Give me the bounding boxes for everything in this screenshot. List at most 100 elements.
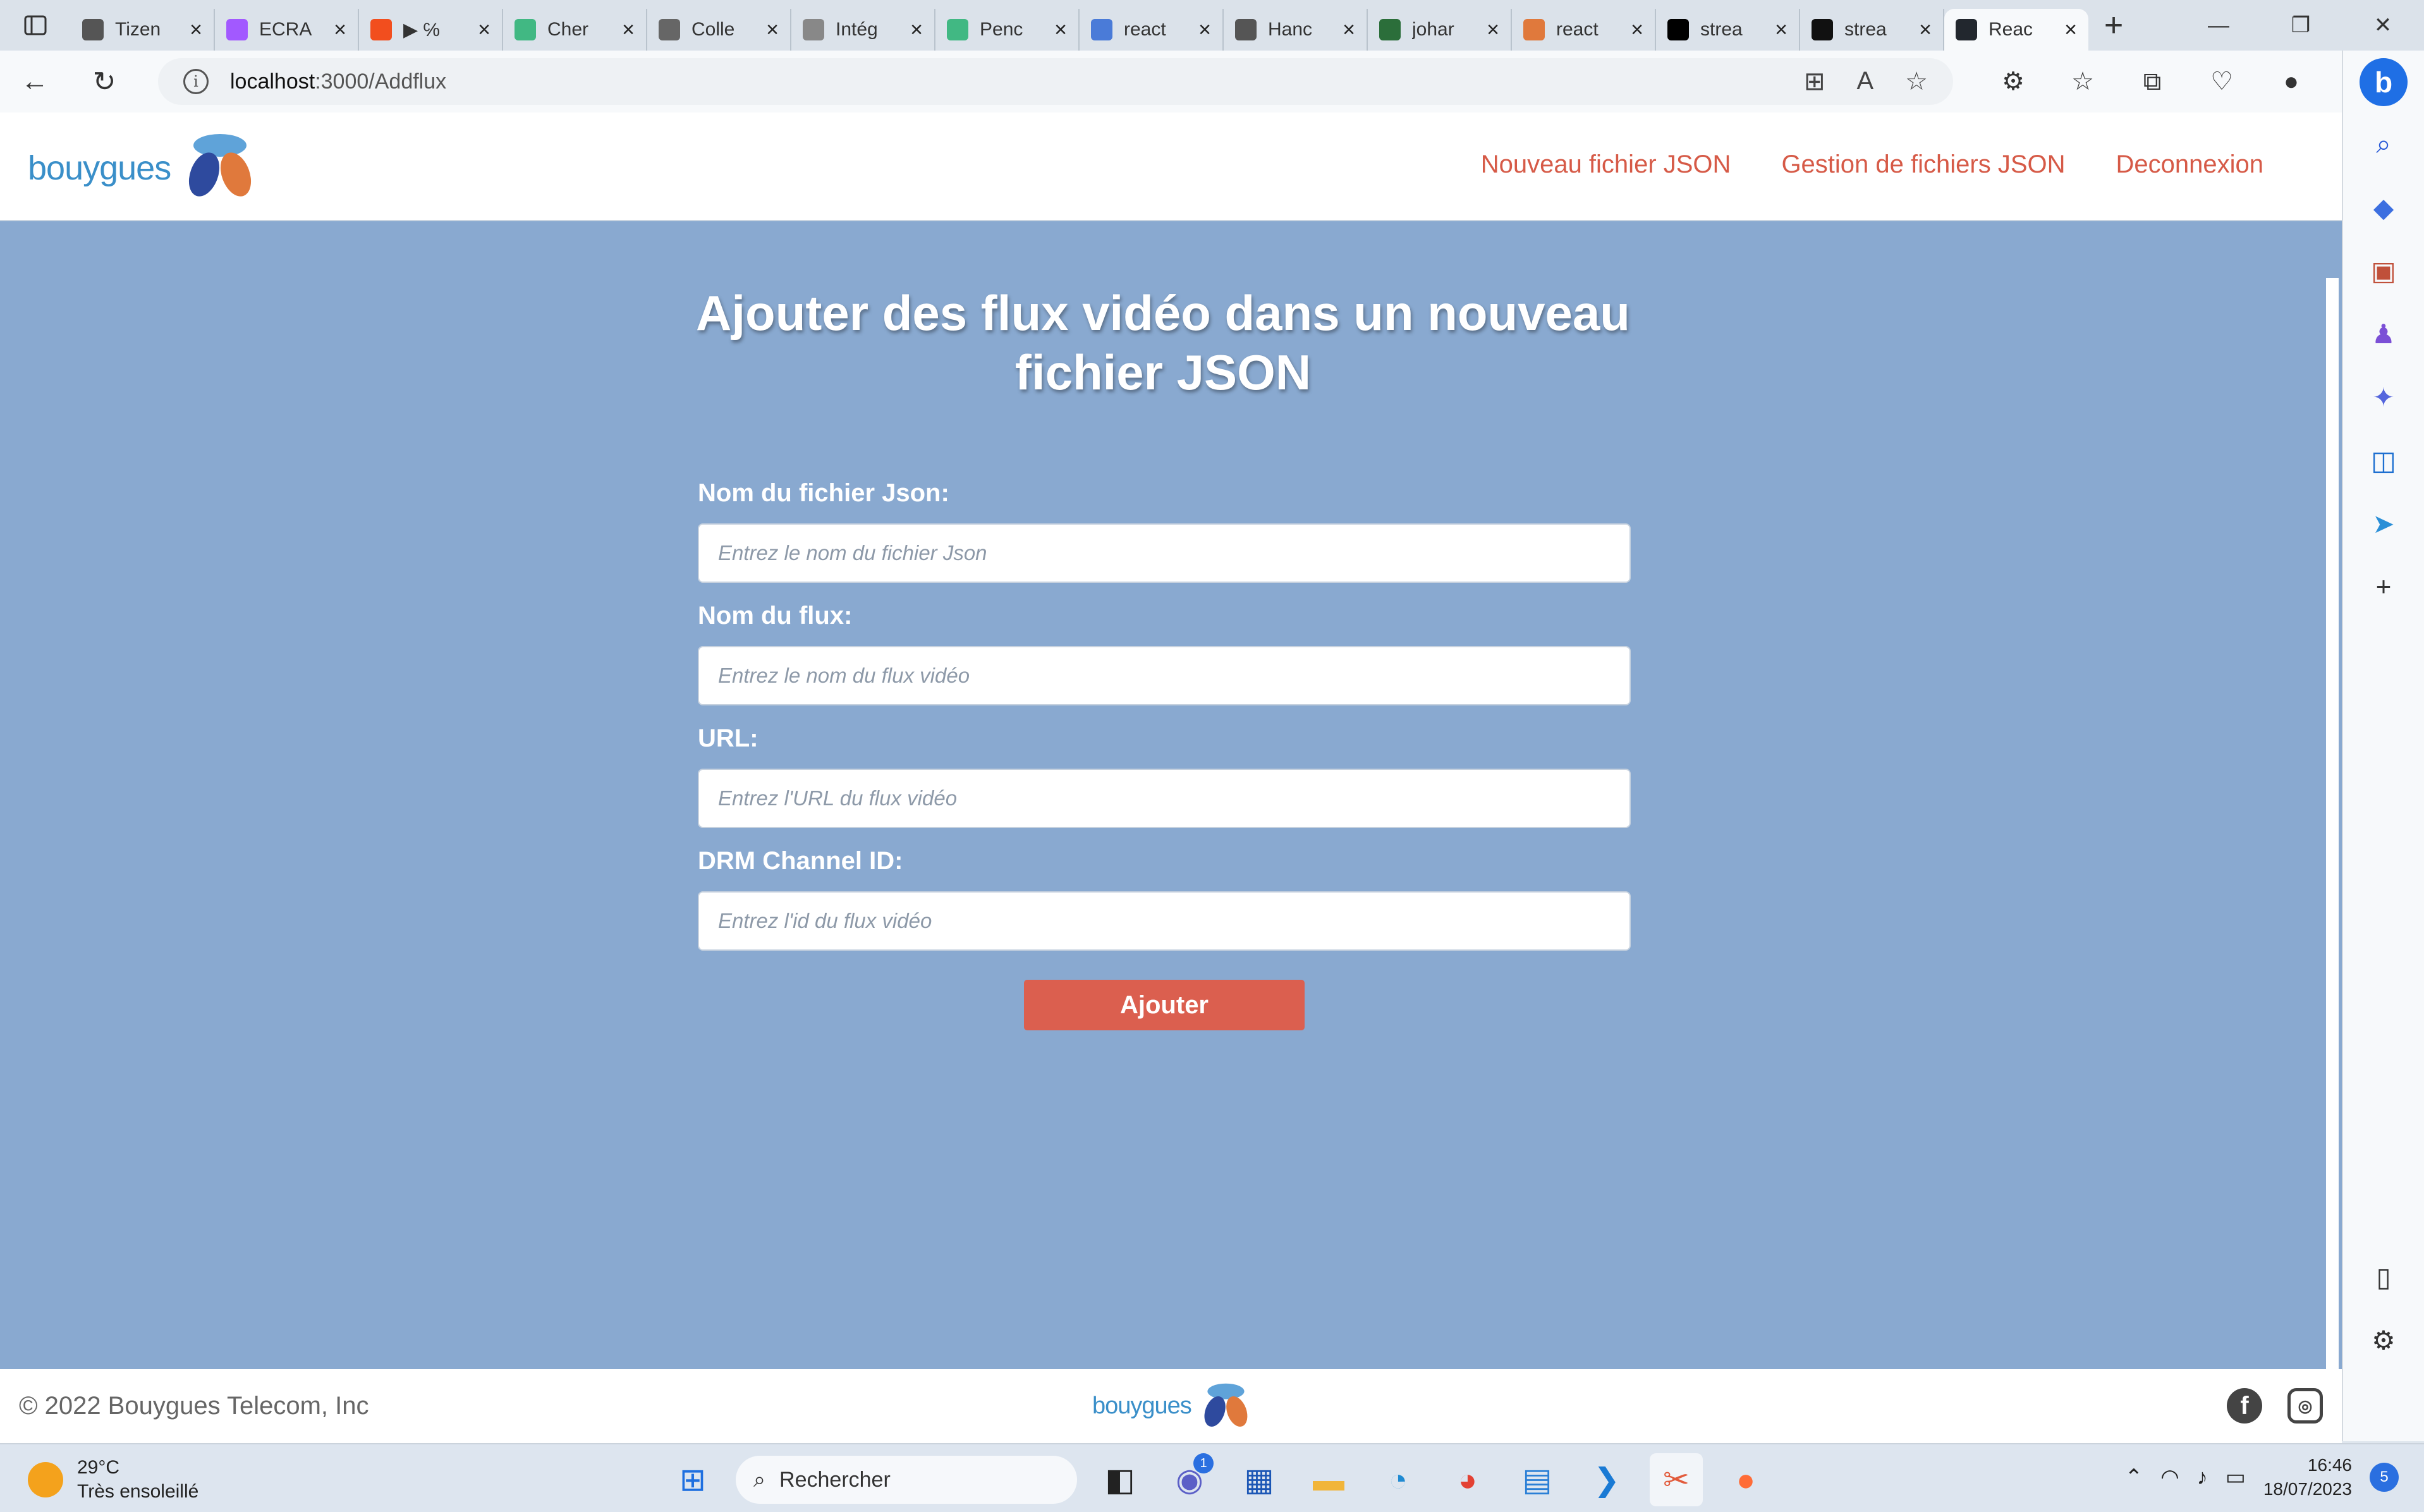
tools-briefcase-icon[interactable]: ▣ bbox=[2342, 239, 2424, 302]
browser-tab[interactable]: Hanc × bbox=[1224, 9, 1368, 51]
flux-name-input[interactable]: Entrez le nom du flux vidéo bbox=[698, 646, 1631, 705]
chrome-icon[interactable]: ◕ bbox=[1441, 1453, 1494, 1506]
address-url[interactable]: localhost:3000/Addflux bbox=[230, 70, 1782, 94]
facebook-icon[interactable]: f bbox=[2227, 1388, 2262, 1424]
close-tab-icon[interactable]: × bbox=[478, 18, 490, 42]
browser-tab[interactable]: Tizen × bbox=[71, 9, 215, 51]
close-tab-icon[interactable]: × bbox=[1631, 18, 1643, 42]
edge-sidebar: b ⌕ ◆ ▣ ♟ ✦ ◫ ➤ + ▯ ⚙ bbox=[2342, 51, 2424, 1441]
chevron-up-icon[interactable]: ⌃ bbox=[2125, 1465, 2143, 1490]
url-host: localhost bbox=[230, 69, 315, 94]
teams-chat-icon[interactable]: ◉ 1 bbox=[1163, 1453, 1216, 1506]
nav-nouveau-fichier[interactable]: Nouveau fichier JSON bbox=[1481, 150, 1731, 179]
close-tab-icon[interactable]: × bbox=[2064, 18, 2077, 42]
battery-icon[interactable]: ▭ bbox=[2226, 1465, 2246, 1490]
browser-tab[interactable]: Reac × bbox=[1944, 9, 2088, 51]
edge-browser-icon[interactable]: ◔ bbox=[1372, 1453, 1425, 1506]
site-nav: Nouveau fichier JSON Gestion de fichiers… bbox=[1481, 150, 2263, 179]
close-tab-icon[interactable]: × bbox=[1487, 18, 1499, 42]
browser-tab[interactable]: react × bbox=[1512, 9, 1656, 51]
profile-avatar[interactable]: ● bbox=[2257, 51, 2326, 113]
notepad-icon[interactable]: ▤ bbox=[1511, 1453, 1564, 1506]
bing-copilot-icon[interactable]: b bbox=[2360, 58, 2408, 106]
browser-tab[interactable]: strea × bbox=[1656, 9, 1800, 51]
address-bar[interactable]: i localhost:3000/Addflux ⊞ A ☆ bbox=[158, 58, 1953, 105]
close-tab-icon[interactable]: × bbox=[1775, 18, 1788, 42]
volume-icon[interactable]: ♪ bbox=[2197, 1465, 2208, 1490]
browser-tab[interactable]: react × bbox=[1080, 9, 1224, 51]
windows-start-icon[interactable]: ⊞ bbox=[666, 1453, 719, 1506]
close-tab-icon[interactable]: × bbox=[190, 18, 202, 42]
search-icon[interactable]: ⌕ bbox=[2342, 113, 2424, 176]
favorite-star-icon[interactable]: ☆ bbox=[1905, 67, 1928, 96]
browser-tab[interactable]: ECRA × bbox=[215, 9, 359, 51]
page-scrollbar[interactable] bbox=[2326, 278, 2339, 1407]
snipping-tool-icon[interactable]: ✂ bbox=[1650, 1453, 1703, 1506]
vscode-icon[interactable]: ❯ bbox=[1580, 1453, 1633, 1506]
collections-icon[interactable]: ⧉ bbox=[2117, 51, 2187, 113]
close-tab-icon[interactable]: × bbox=[622, 18, 635, 42]
browser-tab[interactable]: ▶ ℅ × bbox=[359, 9, 503, 51]
close-window-button[interactable]: ✕ bbox=[2342, 0, 2424, 51]
tab-favicon-icon bbox=[226, 19, 248, 40]
instagram-icon[interactable]: ◎ bbox=[2287, 1388, 2323, 1424]
tab-actions-button[interactable] bbox=[0, 0, 71, 51]
browser-tab[interactable]: Penc × bbox=[935, 9, 1080, 51]
browser-tab[interactable]: Colle × bbox=[647, 9, 791, 51]
close-tab-icon[interactable]: × bbox=[766, 18, 779, 42]
browser-tab[interactable]: strea × bbox=[1800, 9, 1944, 51]
browser-essentials-icon[interactable]: ♡ bbox=[2187, 51, 2257, 113]
microsoft365-icon[interactable]: ✦ bbox=[2342, 365, 2424, 429]
shopping-tag-icon[interactable]: ◆ bbox=[2342, 176, 2424, 239]
weather-widget[interactable]: 29°C Très ensoleillé bbox=[28, 1456, 198, 1504]
taskbar-search[interactable]: ⌕ Rechercher bbox=[736, 1456, 1077, 1504]
tab-title: Colle bbox=[691, 19, 735, 40]
footer-logo-mark bbox=[1204, 1383, 1248, 1427]
footer-logo[interactable]: bouygues bbox=[1092, 1381, 1252, 1431]
extensions-icon[interactable]: ⚙ bbox=[1978, 51, 2048, 113]
refresh-button[interactable]: ↻ bbox=[70, 51, 139, 113]
hide-sidebar-icon[interactable]: ▯ bbox=[2342, 1245, 2424, 1308]
weather-temperature: 29°C bbox=[77, 1457, 120, 1478]
wifi-icon[interactable]: ◠ bbox=[2160, 1465, 2179, 1490]
close-tab-icon[interactable]: × bbox=[1919, 18, 1932, 42]
file-explorer-icon[interactable]: ▬ bbox=[1302, 1453, 1355, 1506]
close-tab-icon[interactable]: × bbox=[1343, 18, 1355, 42]
url-input[interactable]: Entrez l'URL du flux vidéo bbox=[698, 769, 1631, 828]
close-tab-icon[interactable]: × bbox=[1054, 18, 1067, 42]
favorites-icon[interactable]: ☆ bbox=[2048, 51, 2117, 113]
tab-title: Hanc bbox=[1268, 19, 1313, 40]
browser-tab[interactable]: Cher × bbox=[503, 9, 647, 51]
new-tab-button[interactable]: + bbox=[2088, 0, 2139, 51]
nav-deconnexion[interactable]: Deconnexion bbox=[2116, 150, 2264, 179]
sidebar-settings-icon[interactable]: ⚙ bbox=[2342, 1308, 2424, 1372]
back-button[interactable]: ← bbox=[0, 51, 70, 113]
browser-tab[interactable]: Intég × bbox=[791, 9, 935, 51]
nav-gestion-fichiers[interactable]: Gestion de fichiers JSON bbox=[1781, 150, 2065, 179]
browser-tab[interactable]: johar × bbox=[1368, 9, 1512, 51]
add-sidebar-app-icon[interactable]: + bbox=[2342, 555, 2424, 618]
bouygues-logo[interactable]: bouygues bbox=[28, 134, 258, 201]
close-tab-icon[interactable]: × bbox=[1198, 18, 1211, 42]
notification-badge[interactable]: 5 bbox=[2370, 1463, 2399, 1492]
close-tab-icon[interactable]: × bbox=[334, 18, 346, 42]
minimize-button[interactable]: — bbox=[2177, 0, 2260, 51]
app-available-icon[interactable]: ⊞ bbox=[1804, 67, 1825, 96]
site-footer: © 2022 Bouygues Telecom, Inc bouygues f … bbox=[0, 1369, 2342, 1443]
tab-actions-icon bbox=[24, 15, 47, 35]
close-tab-icon[interactable]: × bbox=[910, 18, 923, 42]
task-view-icon[interactable]: ◧ bbox=[1093, 1453, 1147, 1506]
read-aloud-icon[interactable]: A bbox=[1856, 67, 1873, 96]
microsoft-store-icon[interactable]: ▦ bbox=[1233, 1453, 1286, 1506]
taskbar-clock[interactable]: 16:46 18/07/2023 bbox=[2263, 1453, 2352, 1501]
restore-button[interactable]: ❐ bbox=[2260, 0, 2342, 51]
postman-icon[interactable]: ● bbox=[1719, 1453, 1772, 1506]
outlook-icon[interactable]: ◫ bbox=[2342, 429, 2424, 492]
drm-channel-input[interactable]: Entrez l'id du flux vidéo bbox=[698, 891, 1631, 951]
drop-icon[interactable]: ➤ bbox=[2342, 492, 2424, 555]
ajouter-button[interactable]: Ajouter bbox=[1024, 980, 1305, 1030]
games-icon[interactable]: ♟ bbox=[2342, 302, 2424, 365]
json-name-input[interactable]: Entrez le nom du fichier Json bbox=[698, 523, 1631, 583]
site-info-icon[interactable]: i bbox=[183, 69, 209, 94]
tab-favicon-icon bbox=[1956, 19, 1977, 40]
